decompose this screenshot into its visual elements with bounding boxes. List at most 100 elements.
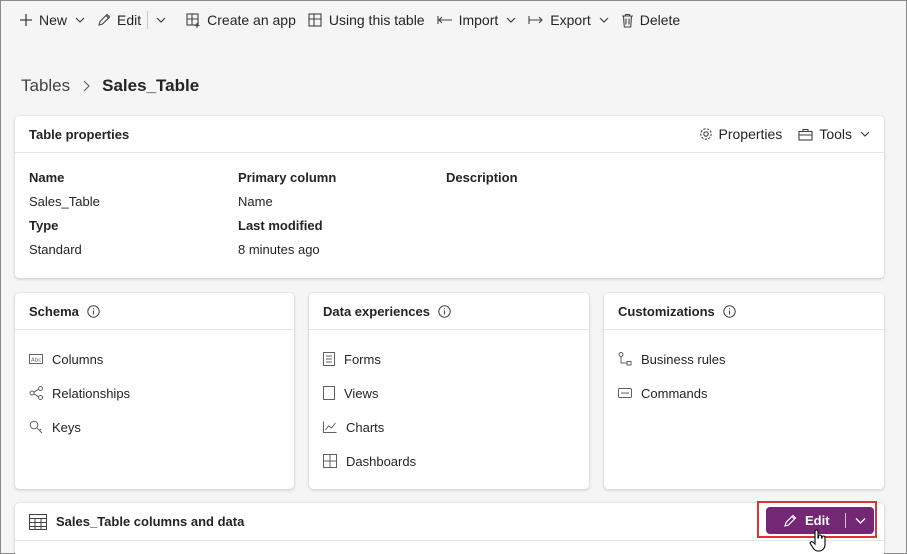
toolbox-icon: [798, 128, 813, 141]
tools-button[interactable]: Tools: [798, 126, 870, 142]
delete-label: Delete: [639, 12, 681, 28]
customizations-card: Customizations Business rules Commands: [604, 293, 884, 489]
list-item-label: Dashboards: [346, 453, 417, 469]
gear-icon: [699, 128, 712, 140]
create-app-label: Create an app: [207, 12, 296, 28]
new-label: New: [39, 12, 68, 28]
pencil-icon: [784, 514, 797, 527]
last-modified-value: 8 minutes ago: [238, 242, 320, 257]
using-table-button[interactable]: Using this table: [302, 1, 431, 39]
export-button[interactable]: Export: [522, 1, 614, 39]
sidebar-item-label: Relationships: [52, 385, 131, 401]
view-icon: [323, 386, 335, 400]
properties-button[interactable]: Properties: [699, 126, 783, 142]
list-item-label: Forms: [344, 351, 381, 367]
sidebar-item-label: Columns: [52, 351, 104, 367]
import-icon: [437, 16, 452, 24]
info-icon[interactable]: [87, 304, 100, 318]
chart-icon: [323, 421, 337, 433]
list-item-label: Commands: [641, 385, 708, 401]
edit-dropdown-button[interactable]: [846, 507, 874, 534]
schema-item-columns[interactable]: Abc Columns: [29, 342, 280, 376]
columns-data-header: Sales_Table columns and data: [15, 503, 884, 541]
list-item-label: Charts: [346, 419, 385, 435]
new-button[interactable]: New: [13, 1, 91, 39]
breadcrumb-current: Sales_Table: [102, 76, 200, 95]
edit-button[interactable]: Edit: [766, 507, 845, 534]
import-label: Import: [458, 12, 499, 28]
properties-label: Properties: [718, 126, 783, 142]
schema-item-keys[interactable]: Keys: [29, 410, 280, 444]
plus-icon: [20, 14, 32, 26]
columns-icon: Abc: [29, 354, 43, 364]
info-icon[interactable]: [723, 304, 736, 318]
using-table-label: Using this table: [328, 12, 425, 28]
data-exp-item-charts[interactable]: Charts: [323, 410, 575, 444]
list-item-label: Views: [344, 385, 379, 401]
table-properties-card: Table properties Properties Tools Name S…: [15, 116, 884, 278]
create-app-button[interactable]: Create an app: [180, 1, 302, 39]
data-exp-item-views[interactable]: Views: [323, 376, 575, 410]
hand-cursor-icon: [809, 529, 826, 552]
schema-header: Schema: [15, 293, 294, 330]
card-title: Customizations: [618, 303, 715, 319]
card-title: Data experiences: [323, 303, 430, 319]
sidebar-item-label: Keys: [52, 419, 81, 435]
primary-column-value: Name: [238, 194, 273, 209]
chevron-down-icon: [855, 518, 865, 524]
edit-label: Edit: [117, 12, 142, 28]
card-title: Table properties: [29, 126, 130, 142]
description-label: Description: [446, 170, 518, 185]
svg-text:Abc: Abc: [31, 358, 41, 364]
chevron-right-icon: [82, 80, 90, 92]
custom-item-business-rules[interactable]: Business rules: [618, 342, 870, 376]
breadcrumb: Tables Sales_Table: [21, 75, 199, 97]
list-item-label: Business rules: [641, 351, 726, 367]
data-experiences-header: Data experiences: [309, 293, 589, 330]
card-title: Schema: [29, 303, 79, 319]
delete-button[interactable]: Delete: [615, 1, 686, 39]
chevron-down-icon: [860, 131, 870, 137]
properties-grid: Name Sales_Table Type Standard Primary c…: [15, 153, 884, 277]
chevron-down-icon: [156, 17, 166, 23]
divider: [147, 11, 149, 29]
primary-column-label: Primary column: [238, 170, 337, 185]
data-exp-item-forms[interactable]: Forms: [323, 342, 575, 376]
tools-label: Tools: [819, 126, 852, 142]
breadcrumb-tables-link[interactable]: Tables: [21, 76, 70, 96]
info-icon[interactable]: [438, 304, 451, 318]
table-icon: [29, 513, 47, 530]
import-button[interactable]: Import: [431, 1, 523, 39]
data-experiences-card: Data experiences Forms Views Charts Dash…: [309, 293, 589, 489]
table-properties-header: Table properties Properties Tools: [15, 116, 884, 153]
type-label: Type: [29, 218, 59, 233]
edit-dropdown-button[interactable]: [152, 1, 180, 39]
last-modified-label: Last modified: [238, 218, 323, 233]
relationships-icon: [29, 386, 43, 400]
columns-data-card: Sales_Table columns and data: [15, 503, 884, 554]
business-rules-icon: [618, 352, 632, 366]
custom-item-commands[interactable]: Commands: [618, 376, 870, 410]
customizations-header: Customizations: [604, 293, 884, 330]
trash-icon: [621, 13, 633, 28]
schema-card: Schema Abc Columns Relationships Keys: [15, 293, 294, 489]
card-title: Sales_Table columns and data: [56, 514, 245, 529]
pencil-icon: [98, 13, 111, 26]
type-value: Standard: [29, 242, 82, 257]
table-usage-icon: [308, 12, 322, 27]
export-label: Export: [550, 12, 591, 28]
name-value: Sales_Table: [29, 194, 100, 209]
dashboard-icon: [323, 454, 337, 468]
export-icon: [528, 16, 544, 24]
schema-item-relationships[interactable]: Relationships: [29, 376, 280, 410]
key-icon: [29, 420, 43, 434]
command-bar: New Edit Create an app Using this table …: [1, 1, 906, 39]
create-app-icon: [186, 12, 200, 28]
data-exp-item-dashboards[interactable]: Dashboards: [323, 444, 575, 478]
commands-icon: [618, 388, 632, 398]
form-icon: [323, 352, 335, 366]
chevron-down-icon: [599, 17, 609, 23]
edit-button-label: Edit: [805, 513, 830, 528]
chevron-down-icon: [75, 17, 85, 23]
edit-command-button[interactable]: Edit: [91, 1, 147, 39]
